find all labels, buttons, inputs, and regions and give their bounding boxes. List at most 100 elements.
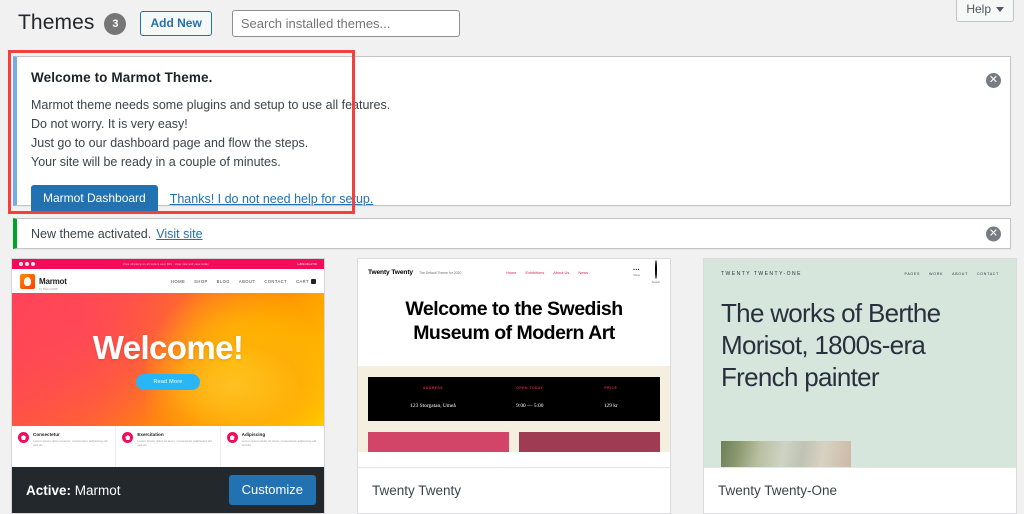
marmot-cart-label: CART xyxy=(296,278,309,284)
marmot-navbar: Marmot by MarmotWP HOME SHOP BLOG ABOUT … xyxy=(12,269,324,293)
tt-brand-name: Twenty Twenty xyxy=(368,268,413,276)
search-input[interactable] xyxy=(231,10,460,37)
marmot-phone-text: 1-800-431-2700 xyxy=(297,262,317,266)
themes-admin-page: Themes 3 Add New Help Welcome to Marmot … xyxy=(0,0,1024,514)
customize-button[interactable]: Customize xyxy=(228,475,316,505)
add-new-button[interactable]: Add New xyxy=(140,10,212,37)
theme-card-marmot[interactable]: Free shipping on all orders over $50 - s… xyxy=(11,258,325,514)
tt-header: Twenty Twenty The Default Theme for 2020… xyxy=(358,259,670,285)
help-label: Help xyxy=(966,2,991,16)
tt-info-label-2: PRICE xyxy=(604,385,618,390)
theme-card-footer-twenty-twenty: Twenty Twenty xyxy=(358,467,670,513)
t21-nav-item-1: WORK xyxy=(929,272,944,276)
tt-nav-item-3: News xyxy=(578,269,589,275)
marmot-dashboard-button[interactable]: Marmot Dashboard xyxy=(31,185,158,214)
marmot-menu-item-1: SHOP xyxy=(194,278,208,284)
theme-card-twenty-twenty-one[interactable]: TWENTY TWENTY-ONE PAGES WORK ABOUT CONTA… xyxy=(703,258,1017,514)
chevron-down-icon xyxy=(996,6,1004,12)
instagram-icon xyxy=(31,262,35,266)
theme-activated-notice: New theme activated. Visit site ✕ xyxy=(13,218,1011,249)
feature-badge-icon xyxy=(18,432,29,443)
tt-menu-label: Menu xyxy=(633,273,641,277)
theme-name-twenty-twenty: Twenty Twenty xyxy=(372,483,462,498)
theme-card-footer-twenty-twenty-one: Twenty Twenty-One xyxy=(704,467,1016,513)
menu-icon: … Menu xyxy=(632,265,641,277)
welcome-notice-actions: Marmot Dashboard Thanks! I do not need h… xyxy=(31,185,998,214)
facebook-icon xyxy=(19,262,23,266)
marmot-feature-title-0: Consectetur xyxy=(33,432,60,437)
tt-nav-item-0: Home xyxy=(506,269,517,275)
t21-nav-item-3: CONTACT xyxy=(976,272,999,276)
marmot-feature-text-2: Lorem ipsum dolor sit amet, consectetur … xyxy=(241,438,317,448)
theme-screenshot-twenty-twenty: Twenty Twenty The Default Theme for 2020… xyxy=(358,259,670,467)
tt-nav: Home Exhibitions About Us News xyxy=(506,270,588,275)
marmot-topbar: Free shipping on all orders over $50 - s… xyxy=(12,259,324,269)
theme-activated-text: New theme activated. xyxy=(31,226,152,241)
page-header: Themes 3 Add New Help xyxy=(0,0,1024,46)
tt-info-0: ADDRESS 123 Storgatan, Umeå xyxy=(410,386,456,412)
marmot-feature-1: Exercitation Lorem ipsum dolor sit amet,… xyxy=(116,426,221,467)
marmot-feature-text-0: Lorem ipsum dolor sit amet, consectetur … xyxy=(33,438,108,448)
tt-nav-item-1: Exhibitions xyxy=(525,269,545,275)
tt-brand: Twenty Twenty The Default Theme for 2020 xyxy=(368,269,461,276)
t21-nav-item-2: ABOUT xyxy=(952,272,968,276)
welcome-notice-line-3: Just go to our dashboard page and flow t… xyxy=(31,136,309,150)
marmot-logo-icon xyxy=(20,273,35,289)
t21-nav: PAGES WORK ABOUT CONTACT xyxy=(904,272,999,276)
tt-nav-item-2: About Us xyxy=(553,269,570,275)
twitter-icon xyxy=(25,262,29,266)
marmot-features: Consectetur Lorem ipsum dolor sit amet, … xyxy=(12,426,324,467)
theme-name-twenty-twenty-one: Twenty Twenty-One xyxy=(718,483,838,498)
t21-hero-title: The works of Berthe Morisot, 1800s-era F… xyxy=(704,289,1016,394)
theme-card-footer-marmot: Active: Marmot Customize xyxy=(12,467,324,513)
marmot-menu-item-4: CONTACT xyxy=(264,278,288,284)
marmot-cart: CART xyxy=(296,278,316,284)
marmot-menu-item-3: ABOUT xyxy=(238,278,256,284)
marmot-feature-title-2: Adipiscing xyxy=(241,432,266,437)
tt-info-bar: ADDRESS 123 Storgatan, Umeå OPEN TODAY 9… xyxy=(368,376,660,421)
tt-lower: ADDRESS 123 Storgatan, Umeå OPEN TODAY 9… xyxy=(358,365,670,452)
tt-info-label-0: ADDRESS xyxy=(422,385,444,390)
marmot-logo-name: Marmot xyxy=(39,276,67,286)
welcome-notice-line-1: Marmot theme needs some plugins and setu… xyxy=(31,98,391,112)
marmot-feature-text-1: Lorem ipsum dolor sit amet, consectetur … xyxy=(137,438,212,448)
welcome-notice-line-4: Your site will be ready in a couple of m… xyxy=(31,155,281,169)
dismiss-setup-help-link[interactable]: Thanks! I do not need help for setup. xyxy=(170,192,374,206)
t21-title-line-1: The works of Berthe xyxy=(721,298,941,328)
marmot-feature-2: Adipiscing Lorem ipsum dolor sit amet, c… xyxy=(221,426,324,467)
marmot-menu: HOME SHOP BLOG ABOUT CONTACT CART xyxy=(171,278,316,284)
tt-tagline: The Default Theme for 2020 xyxy=(418,270,462,275)
t21-title-line-2: Morisot, 1800s-era xyxy=(721,329,926,360)
marmot-feature-title-1: Exercitation xyxy=(137,432,164,437)
social-icons xyxy=(19,262,35,266)
tt-hero-line-2: Museum of Modern Art xyxy=(413,321,615,344)
tt-preview-block-1 xyxy=(519,431,660,452)
tt-hero: Welcome to the Swedish Museum of Modern … xyxy=(358,285,670,366)
tt-info-value-1: 9:00 — 5:00 xyxy=(516,402,544,409)
theme-screenshot-twenty-twenty-one: TWENTY TWENTY-ONE PAGES WORK ABOUT CONTA… xyxy=(704,259,1016,467)
marmot-hero-title: Welcome! xyxy=(92,329,244,366)
welcome-notice-title: Welcome to Marmot Theme. xyxy=(31,70,213,85)
t21-title-line-3: French painter xyxy=(721,361,880,392)
marmot-feature-0: Consectetur Lorem ipsum dolor sit amet, … xyxy=(12,426,117,467)
visit-site-link[interactable]: Visit site xyxy=(156,227,202,241)
close-circle-icon[interactable]: ✕ xyxy=(986,226,1001,241)
tt-info-2: PRICE 129 kr xyxy=(604,386,618,412)
marmot-menu-item-2: BLOG xyxy=(216,278,230,284)
marmot-menu-item-0: HOME xyxy=(171,278,186,284)
t21-painting-image xyxy=(721,441,851,467)
help-button[interactable]: Help xyxy=(956,0,1014,22)
feature-badge-icon xyxy=(226,432,238,443)
tt-hero-line-1: Welcome to the Swedish xyxy=(405,298,623,320)
welcome-notice-line-2: Do not worry. It is very easy! xyxy=(31,117,188,131)
search-icon: Search xyxy=(652,259,660,284)
theme-count-badge: 3 xyxy=(104,13,127,35)
close-circle-icon[interactable]: ✕ xyxy=(986,73,1001,88)
marmot-hero: Welcome! Read More xyxy=(12,293,324,426)
active-theme-prefix: Active: xyxy=(26,482,72,498)
tt-preview-block-0 xyxy=(368,431,509,452)
active-theme-name: Marmot xyxy=(74,482,121,498)
marmot-logo-sub: by MarmotWP xyxy=(39,286,59,291)
marmot-hero-button: Read More xyxy=(136,374,200,390)
theme-card-twenty-twenty[interactable]: Twenty Twenty The Default Theme for 2020… xyxy=(357,258,671,514)
